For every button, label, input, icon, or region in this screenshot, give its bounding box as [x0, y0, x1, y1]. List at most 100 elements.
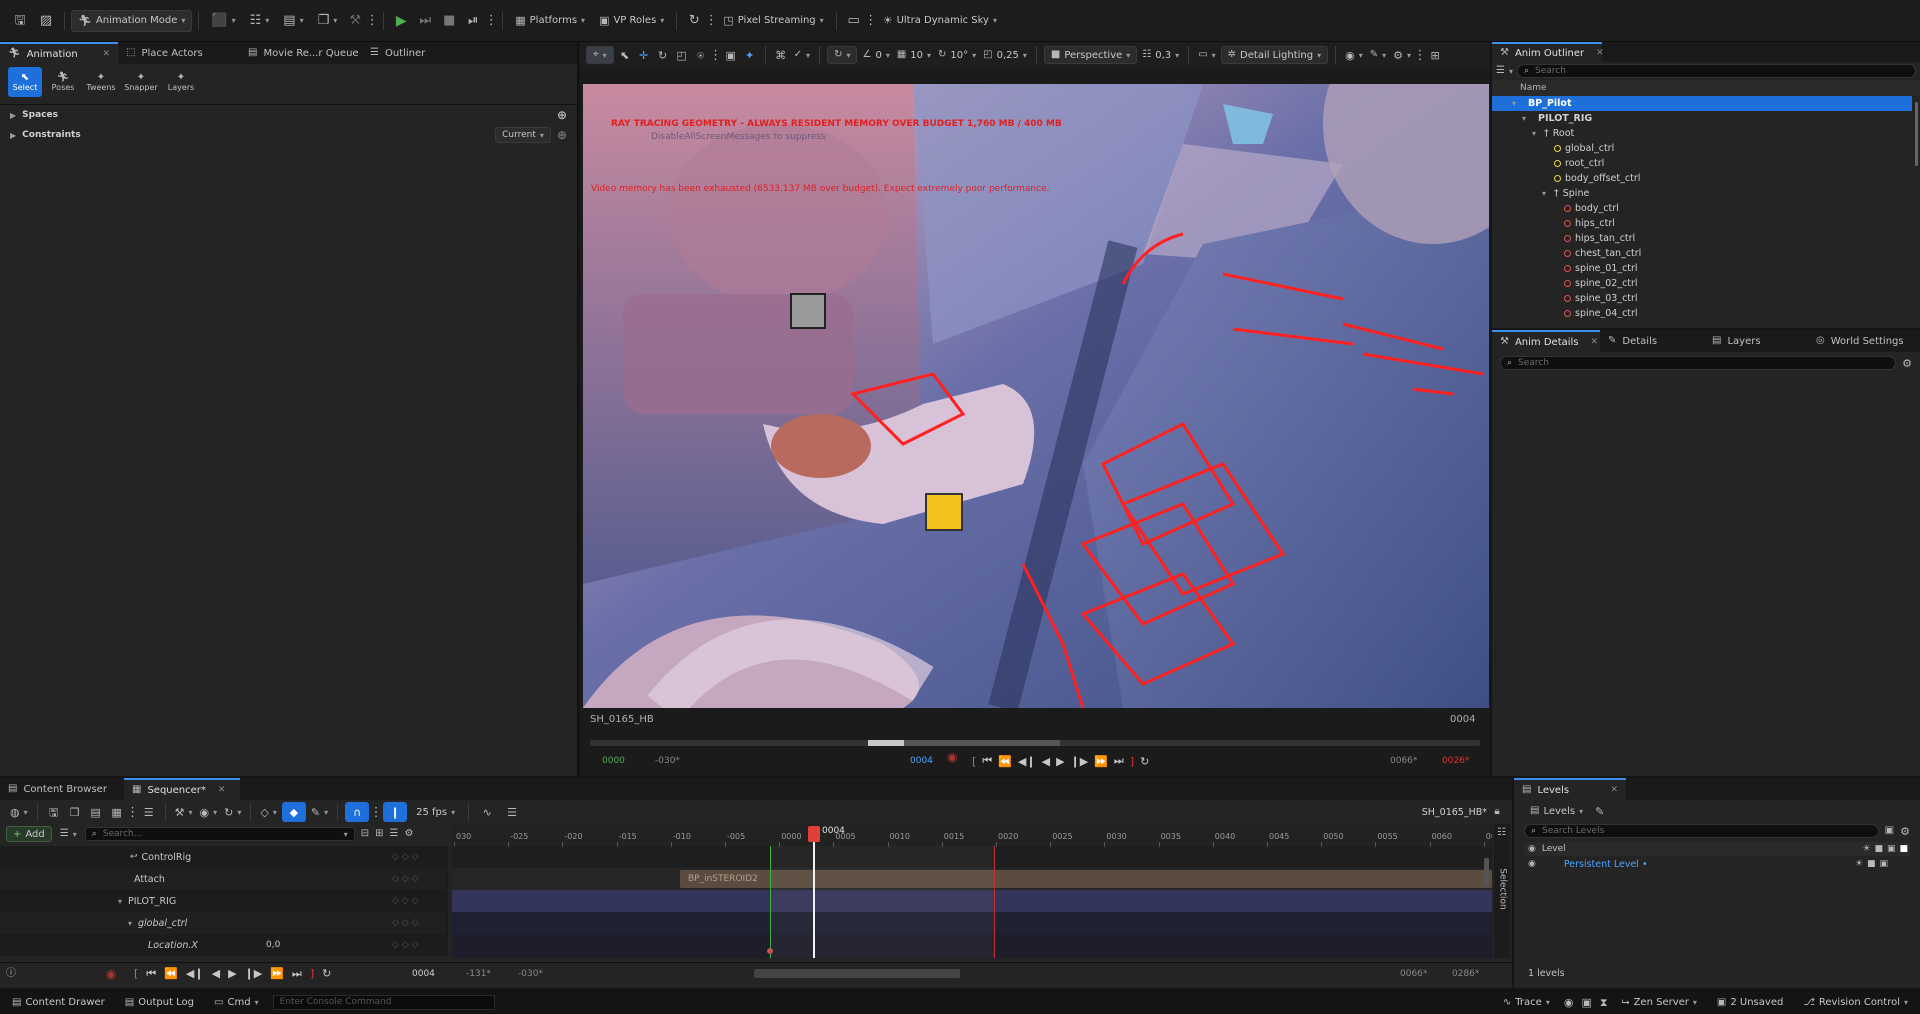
next-frame-icon[interactable]: ❙▶ [1071, 755, 1089, 768]
tab-anim-outliner[interactable]: ⚒ Anim Outliner ✕ [1492, 42, 1604, 62]
curve-editor-icon[interactable]: ∿ [476, 807, 498, 818]
loop-icon[interactable]: ↻ [1140, 755, 1149, 768]
chevron-down-icon[interactable]: ▾ [1512, 99, 1520, 108]
levels-dropdown[interactable]: ▤ Levels ▾ [1524, 800, 1589, 822]
tree-view-icon[interactable]: ☰ [501, 807, 523, 818]
tool-tweens[interactable]: ✦ Tweens [84, 67, 118, 97]
director-icon[interactable]: ☰ [140, 807, 158, 818]
world-button[interactable]: ◍ ▾ [8, 801, 30, 823]
spaces-header[interactable]: ▶ Spaces ⊕ [0, 105, 577, 125]
range-d[interactable]: 0286* [1452, 969, 1479, 979]
close-icon[interactable]: ✕ [1610, 785, 1618, 795]
tab-movie-render-queue[interactable]: ▤ Movie Re...r Queue [240, 42, 362, 64]
timeline-vscroll[interactable] [1484, 858, 1489, 886]
show-dropdown[interactable]: ◉ ▾ [1343, 46, 1365, 64]
save-as-icon[interactable]: ❐ [66, 807, 84, 818]
translate-icon[interactable]: ✛ [636, 50, 652, 61]
stop-icon[interactable]: ■ [438, 14, 460, 27]
track-attach[interactable]: Attach [0, 868, 446, 890]
edit-mode-button[interactable]: ✎ ▾ [309, 801, 330, 823]
toolbar-more-icon[interactable]: ⋮ [126, 806, 139, 819]
vertical-more-icon[interactable]: ⋮ [709, 49, 722, 62]
levels-search-input[interactable]: ⌕ Search Levels [1524, 824, 1879, 838]
track-pilot-rig[interactable]: ▾ PILOT_RIG [0, 890, 446, 912]
key-tools-button[interactable]: ⚒ ▾ [173, 801, 195, 823]
lock-icon[interactable]: 🔒︎ [1490, 807, 1504, 817]
concert-more-icon[interactable]: ⋮ [705, 14, 718, 27]
pixel-streaming-dropdown[interactable]: ◳ Pixel Streaming ▾ [717, 10, 829, 32]
hammer-icon[interactable]: ⚒ [345, 14, 365, 27]
filter-icon[interactable]: ☰ [1496, 66, 1505, 76]
play-reverse-icon[interactable]: ◀ [1042, 755, 1050, 768]
outliner-item[interactable]: spine_03_ctrl [1492, 291, 1912, 306]
rotate-icon[interactable]: ↻ [655, 50, 671, 61]
lock-icon[interactable]: ■ [1867, 859, 1876, 869]
outliner-item[interactable]: ▾ † Root [1492, 126, 1912, 141]
lighting-dropdown[interactable]: ✲ Detail Lighting ▾ [1220, 46, 1329, 64]
snap-magnet-icon[interactable]: ∩ [345, 802, 370, 822]
next-key-icon[interactable]: ⏩ [1094, 755, 1108, 768]
prev-frame-icon[interactable]: ◀❙ [186, 967, 204, 980]
skip-end-icon[interactable]: ⏭ [292, 967, 302, 981]
constraints-dropdown[interactable]: Current ▾ [495, 127, 551, 143]
tab-anim-details[interactable]: ⚒ Anim Details ✕ [1492, 330, 1600, 352]
console-input[interactable]: Enter Console Command [272, 995, 495, 1010]
tab-details[interactable]: ✎ Details [1600, 330, 1704, 352]
keyframe[interactable] [767, 948, 773, 954]
surface-snap-icon[interactable]: ✦ [742, 50, 758, 61]
chevron-down-icon[interactable]: ▾ [1532, 129, 1540, 138]
range-end-marker[interactable] [994, 846, 995, 958]
rotation-pivot-button[interactable]: ↻ ▾ [827, 46, 858, 64]
pin-icon[interactable]: ⊞ [375, 829, 383, 839]
next-key-icon[interactable]: ⏩ [270, 967, 284, 980]
add-constraint-icon[interactable]: ⊕ [557, 129, 567, 141]
chevron-down-icon[interactable]: ▾ [1522, 114, 1530, 123]
find-in-browser-icon[interactable]: ▤ [87, 807, 105, 818]
outliner-item[interactable]: body_ctrl [1492, 201, 1912, 216]
outliner-item[interactable]: hips_ctrl [1492, 216, 1912, 231]
perspective-dropdown[interactable]: ■ Perspective ▾ [1043, 46, 1138, 64]
record-icon[interactable]: ◉ [947, 751, 957, 763]
record-icon[interactable]: ◉ [106, 968, 116, 980]
grid-snap-icon[interactable]: ⌘ [773, 50, 789, 61]
outliner-item[interactable]: hips_tan_ctrl [1492, 231, 1912, 246]
pencil-icon[interactable]: ✎ [1595, 806, 1604, 817]
close-icon[interactable]: ✕ [102, 49, 110, 59]
viewport-more-icon[interactable]: ⋮ [1414, 49, 1427, 62]
outliner-item[interactable]: spine_04_ctrl [1492, 306, 1912, 318]
range-b[interactable]: -030* [518, 969, 543, 979]
blueprint-button[interactable]: ☷ ▾ [244, 10, 276, 32]
add-actor-button[interactable]: ⬛ ▾ [205, 10, 241, 32]
layout-icon[interactable]: ⊞ [1427, 50, 1443, 61]
tool-layers[interactable]: ✦ Layers [164, 67, 198, 97]
outliner-item[interactable]: spine_02_ctrl [1492, 276, 1912, 291]
tab-outliner[interactable]: ☰ Outliner [362, 42, 433, 64]
outliner-item[interactable]: ▾ BP_Pilot [1492, 96, 1912, 111]
grid-snap-dropdown[interactable]: ✓ ▾ [792, 46, 812, 64]
playhead[interactable] [808, 826, 820, 842]
content-drawer-button[interactable]: ▤ Content Drawer [6, 992, 111, 1014]
add-track-button[interactable]: + Add [6, 826, 52, 842]
frame-field[interactable]: 0004 [412, 969, 435, 979]
skip-start-icon[interactable]: ⏮ [982, 754, 992, 768]
levels-gear-icon[interactable]: ⚙ [1900, 826, 1910, 837]
track-location-x[interactable]: Location.X 0,0 [0, 934, 446, 956]
outliner-search-input[interactable]: ⌕ Search [1516, 64, 1916, 78]
play-reverse-icon[interactable]: ◀ [212, 967, 220, 980]
track-global-ctrl[interactable]: ▾ global_ctrl [0, 912, 446, 934]
next-frame-icon[interactable]: ❙▶ [245, 967, 263, 980]
snap-frames-icon[interactable]: ❙ [383, 802, 408, 822]
tab-sequencer[interactable]: ▦ Sequencer* ✕ [124, 778, 240, 800]
level-row-persistent[interactable]: ◉ Persistent Level • ☀ ■ ▣ [1524, 856, 1910, 872]
content-icon[interactable]: ▨ [34, 14, 58, 27]
view-options-button[interactable]: ◉ ▾ [198, 801, 220, 823]
loop-icon[interactable]: ↻ [322, 967, 331, 980]
sliders-icon[interactable]: ☷ [1497, 828, 1506, 838]
tab-world-settings[interactable]: ◎ World Settings [1808, 330, 1912, 352]
sky-dropdown[interactable]: ☀ Ultra Dynamic Sky ▾ [877, 10, 1003, 32]
vp-roles-dropdown[interactable]: ▣ VP Roles ▾ [593, 10, 670, 32]
range-start-marker[interactable] [770, 846, 771, 958]
close-icon[interactable]: ✕ [1591, 337, 1599, 347]
scale-snap-dropdown[interactable]: ◰ 0,25 ▾ [981, 46, 1029, 64]
mark-end-icon[interactable]: ] [310, 967, 314, 980]
